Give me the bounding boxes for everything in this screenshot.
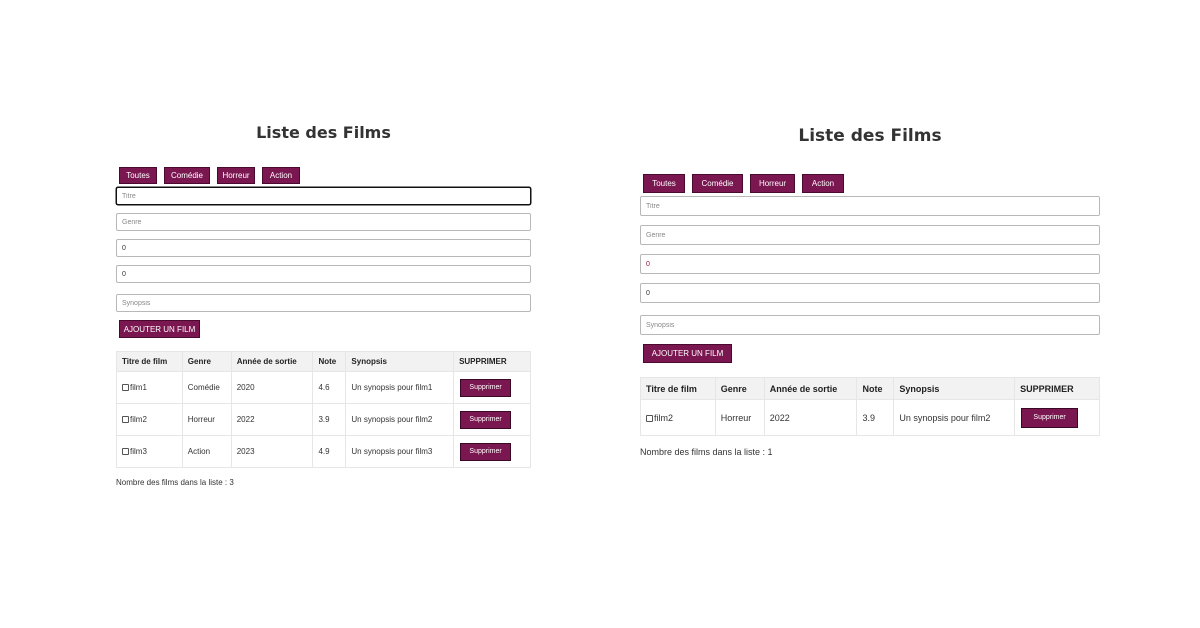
film-synopsis: Un synopsis pour film2	[345, 403, 455, 436]
synopsis-input[interactable]	[640, 315, 1100, 335]
film-count: Nombre des films dans la liste : 1	[640, 447, 773, 457]
filter-horror-button[interactable]: Horreur	[217, 167, 255, 184]
table-header-row: Titre de film Genre Année de sortie Note…	[640, 377, 1100, 400]
select-checkbox[interactable]	[122, 416, 129, 423]
column-header-title: Titre de film	[640, 377, 716, 400]
filter-all-button[interactable]: Toutes	[119, 167, 157, 184]
delete-cell: Supprimer	[1014, 399, 1100, 436]
film-title: film2	[654, 412, 674, 423]
delete-cell: Supprimer	[453, 371, 531, 404]
film-synopsis: Un synopsis pour film2	[893, 399, 1016, 436]
film-year: 2022	[230, 403, 314, 436]
column-header-synopsis: Synopsis	[345, 351, 455, 372]
film-title-cell: film2	[640, 399, 716, 436]
filter-comedy-button[interactable]: Comédie	[692, 174, 743, 193]
table-row: film3 Action 2023 4.9 Un synopsis pour f…	[116, 435, 531, 468]
title-input[interactable]	[640, 196, 1100, 216]
column-header-synopsis: Synopsis	[893, 377, 1016, 400]
table-row: film1 Comédie 2020 4.6 Un synopsis pour …	[116, 371, 531, 404]
film-list-panel-before: Liste des Films Toutes Comédie Horreur A…	[116, 122, 531, 487]
film-title-cell: film2	[116, 403, 183, 436]
film-year: 2022	[763, 399, 858, 436]
genre-filter-bar: Toutes Comédie Horreur Action	[643, 174, 1100, 193]
filter-action-button[interactable]: Action	[262, 167, 300, 184]
select-checkbox[interactable]	[122, 384, 129, 391]
film-title: film1	[130, 383, 147, 392]
page-title: Liste des Films	[256, 123, 391, 142]
film-title-cell: film1	[116, 371, 183, 404]
rating-input[interactable]	[116, 265, 531, 283]
film-genre: Comédie	[181, 371, 232, 404]
add-film-button[interactable]: AJOUTER UN FILM	[643, 344, 732, 363]
films-table: Titre de film Genre Année de sortie Note…	[116, 351, 531, 468]
column-header-delete: SUPPRIMER	[453, 351, 531, 372]
film-title-cell: film3	[116, 435, 183, 468]
filter-action-button[interactable]: Action	[802, 174, 844, 193]
select-checkbox[interactable]	[122, 448, 129, 455]
column-header-year: Année de sortie	[230, 351, 314, 372]
page-title: Liste des Films	[798, 126, 942, 146]
film-title: film3	[130, 447, 147, 456]
filter-comedy-button[interactable]: Comédie	[164, 167, 210, 184]
film-year: 2020	[230, 371, 314, 404]
table-row: film2 Horreur 2022 3.9 Un synopsis pour …	[640, 399, 1100, 436]
delete-button[interactable]: Supprimer	[1021, 407, 1079, 428]
film-rating: 3.9	[856, 399, 895, 436]
film-title: film2	[130, 415, 147, 424]
column-header-rating: Note	[856, 377, 895, 400]
column-header-delete: SUPPRIMER	[1014, 377, 1100, 400]
year-input[interactable]	[116, 239, 531, 257]
genre-input[interactable]	[640, 225, 1100, 245]
table-header-row: Titre de film Genre Année de sortie Note…	[116, 351, 531, 372]
film-rating: 4.6	[312, 371, 347, 404]
title-input[interactable]	[116, 187, 531, 205]
delete-cell: Supprimer	[453, 403, 531, 436]
delete-cell: Supprimer	[453, 435, 531, 468]
synopsis-input[interactable]	[116, 294, 531, 312]
delete-button[interactable]: Supprimer	[460, 378, 512, 397]
genre-input[interactable]	[116, 213, 531, 231]
rating-input[interactable]	[640, 283, 1100, 303]
film-rating: 3.9	[312, 403, 347, 436]
year-input[interactable]	[640, 254, 1100, 274]
film-count: Nombre des films dans la liste : 3	[116, 478, 234, 487]
films-table: Titre de film Genre Année de sortie Note…	[640, 377, 1100, 436]
filter-all-button[interactable]: Toutes	[643, 174, 685, 193]
delete-button[interactable]: Supprimer	[460, 442, 512, 461]
column-header-year: Année de sortie	[763, 377, 858, 400]
genre-filter-bar: Toutes Comédie Horreur Action	[119, 167, 531, 184]
table-row: film2 Horreur 2022 3.9 Un synopsis pour …	[116, 403, 531, 436]
select-checkbox[interactable]	[646, 414, 653, 422]
delete-button[interactable]: Supprimer	[460, 410, 512, 429]
column-header-genre: Genre	[714, 377, 765, 400]
film-genre: Action	[181, 435, 232, 468]
film-list-panel-after: Liste des Films Toutes Comédie Horreur A…	[640, 125, 1100, 457]
column-header-rating: Note	[312, 351, 347, 372]
film-rating: 4.9	[312, 435, 347, 468]
film-synopsis: Un synopsis pour film1	[345, 371, 455, 404]
film-year: 2023	[230, 435, 314, 468]
film-genre: Horreur	[714, 399, 765, 436]
column-header-title: Titre de film	[116, 351, 183, 372]
filter-horror-button[interactable]: Horreur	[750, 174, 795, 193]
add-film-button[interactable]: AJOUTER UN FILM	[119, 320, 200, 338]
film-synopsis: Un synopsis pour film3	[345, 435, 455, 468]
column-header-genre: Genre	[181, 351, 232, 372]
film-genre: Horreur	[181, 403, 232, 436]
